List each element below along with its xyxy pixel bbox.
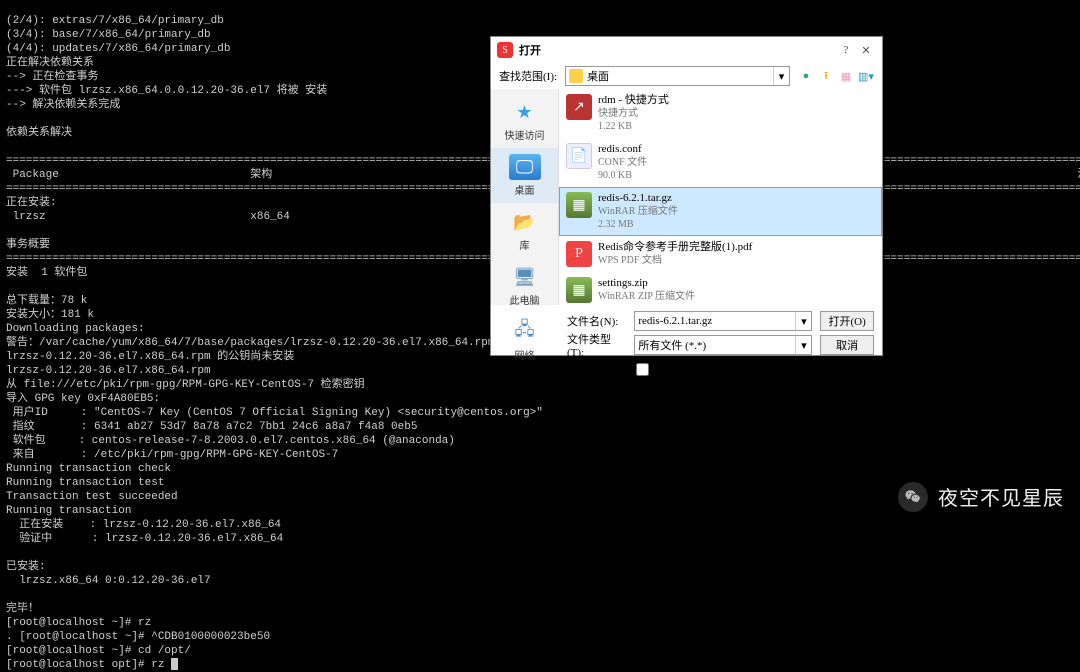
places-bar: ★快速访问 🖵桌面 📂库 🖥此电脑 🖧网络	[491, 89, 559, 305]
lookup-value: 桌面	[587, 68, 609, 84]
ascii-checkbox[interactable]	[636, 363, 649, 376]
open-file-dialog: S 打开 ? ✕ 查找范围(I): 桌面 ▾ ● ⭱ ▦ ▥▾ ★快速访问 🖵桌…	[490, 36, 883, 356]
filename-label: 文件名(N):	[567, 313, 626, 329]
close-button[interactable]: ✕	[856, 41, 876, 59]
terminal-cursor	[171, 658, 178, 670]
file-row[interactable]: P Redis命令参考手册完整版(1).pdfWPS PDF 文档	[559, 236, 882, 272]
chevron-down-icon[interactable]: ▾	[773, 67, 789, 85]
cancel-button[interactable]: 取消	[820, 335, 874, 355]
place-network[interactable]: 🖧网络	[491, 313, 558, 368]
open-button[interactable]: 打开(O)	[820, 311, 874, 331]
help-button[interactable]: ?	[836, 41, 856, 59]
view-icon[interactable]: ▥▾	[858, 68, 874, 84]
watermark: 夜空不见星辰	[898, 482, 1064, 512]
newfolder-icon[interactable]: ▦	[838, 68, 854, 84]
archive-icon: ▦	[566, 192, 592, 218]
file-list[interactable]: ↗ rdm - 快捷方式快捷方式1.22 KB 📄 redis.confCONF…	[559, 89, 882, 305]
up-icon[interactable]: ⭱	[818, 68, 834, 84]
file-row[interactable]: ↗ rdm - 快捷方式快捷方式1.22 KB	[559, 89, 882, 138]
wechat-icon	[898, 482, 928, 512]
chevron-down-icon[interactable]: ▾	[795, 336, 811, 354]
filetype-label: 文件类型(T):	[567, 331, 626, 359]
archive-icon: ▦	[566, 277, 592, 303]
watermark-text: 夜空不见星辰	[938, 482, 1064, 512]
chevron-down-icon[interactable]: ▾	[795, 312, 811, 330]
place-libraries[interactable]: 📂库	[491, 203, 558, 258]
shortcut-icon: ↗	[566, 94, 592, 120]
lookup-label: 查找范围(I):	[499, 68, 557, 84]
dialog-title-text: 打开	[519, 42, 836, 58]
file-row[interactable]: ▦ settings.zipWinRAR ZIP 压缩文件	[559, 272, 882, 305]
filename-input[interactable]: redis-6.2.1.tar.gz▾	[634, 311, 812, 331]
folder-icon	[569, 69, 583, 83]
place-thispc[interactable]: 🖥此电脑	[491, 258, 558, 313]
filetype-combo[interactable]: 所有文件 (*.*)▾	[634, 335, 812, 355]
lookup-combo[interactable]: 桌面 ▾	[565, 66, 790, 86]
ascii-label: 发送文件到ASCII	[653, 361, 737, 377]
place-quickaccess[interactable]: ★快速访问	[491, 93, 558, 148]
pdf-icon: P	[566, 241, 592, 267]
back-icon[interactable]: ●	[798, 68, 814, 84]
app-icon: S	[497, 42, 513, 58]
file-row-selected[interactable]: ▦ redis-6.2.1.tar.gzWinRAR 压缩文件2.32 MB	[559, 187, 882, 236]
place-desktop[interactable]: 🖵桌面	[491, 148, 558, 203]
textfile-icon: 📄	[566, 143, 592, 169]
file-row[interactable]: 📄 redis.confCONF 文件90.0 KB	[559, 138, 882, 187]
dialog-titlebar[interactable]: S 打开 ? ✕	[491, 37, 882, 63]
